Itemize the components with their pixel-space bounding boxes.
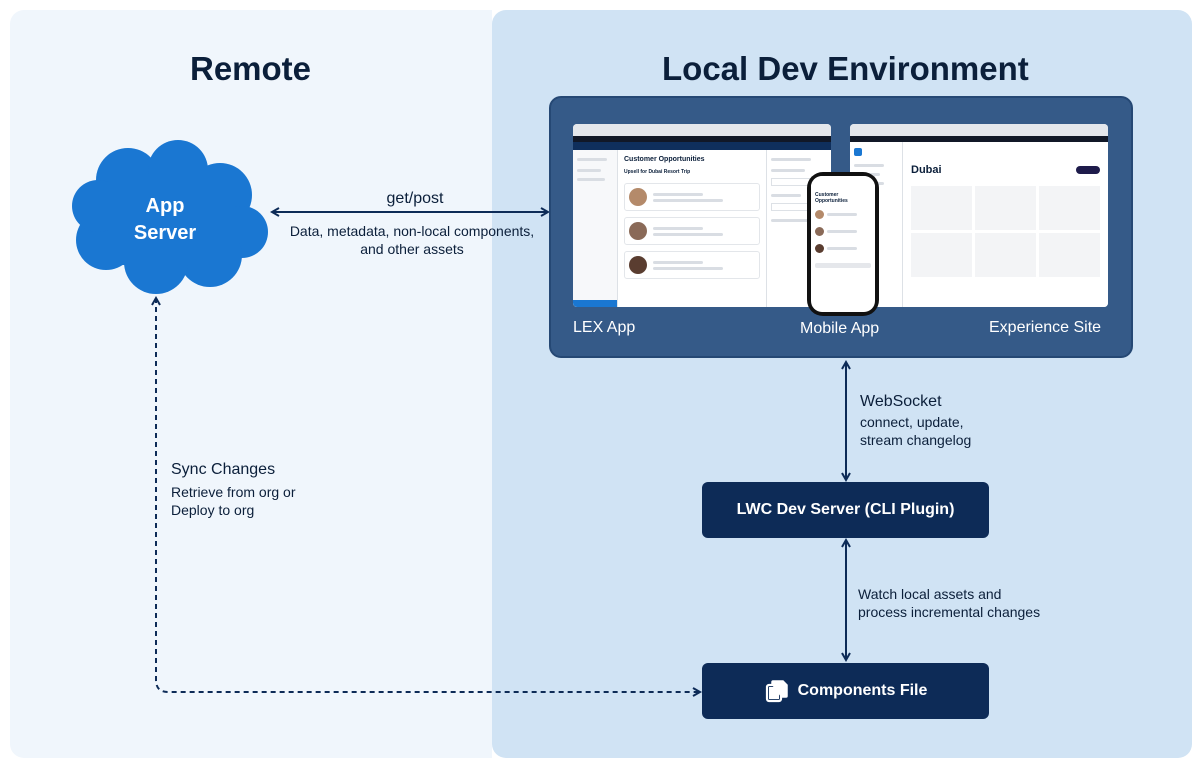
mobile-card-title: Customer Opportunities [815,192,848,204]
watch-label: Watch local assets and process increment… [858,585,1040,621]
websocket-line1: connect, update, [860,414,964,430]
lex-card-title: Customer Opportunities [624,156,705,163]
sync-line2: Deploy to org [171,502,255,518]
websocket-label: WebSocket connect, update, stream change… [860,393,971,449]
site-button [1076,166,1100,174]
experience-site-caption: Experience Site [989,319,1102,336]
lex-app-caption: LEX App [573,319,636,336]
components-file-label: Components File [797,682,928,699]
websocket-line2: stream changelog [860,432,972,448]
experience-site-screenshot: Dubai [850,124,1108,307]
sync-label: Sync Changes Retrieve from org or Deploy… [171,461,295,519]
lex-app-screenshot: Customer Opportunities Upsell for Dubai … [573,124,831,307]
sync-line1: Retrieve from org or [171,484,296,500]
watch-line2: process incremental changes [858,604,1041,620]
websocket-title: WebSocket [860,393,942,410]
sync-title: Sync Changes [171,461,276,478]
mobile-phone: Customer Opportunities [807,172,879,316]
get-post-label: get/post [386,190,444,207]
mobile-app-caption: Mobile App [800,320,880,337]
get-post-description: Data, metadata, non-local components, an… [272,222,552,258]
get-post-line1: Data, metadata, non-local components, [289,223,535,239]
files-icon [765,680,788,703]
lwc-dev-server-box: LWC Dev Server (CLI Plugin) [702,482,989,538]
components-file-box: Components File [702,663,989,719]
get-post-line2: and other assets [360,241,464,257]
lex-card-subtitle: Upsell for Dubai Resort Trip [624,169,691,175]
site-heading: Dubai [911,164,942,176]
watch-line1: Watch local assets and [858,586,1002,602]
